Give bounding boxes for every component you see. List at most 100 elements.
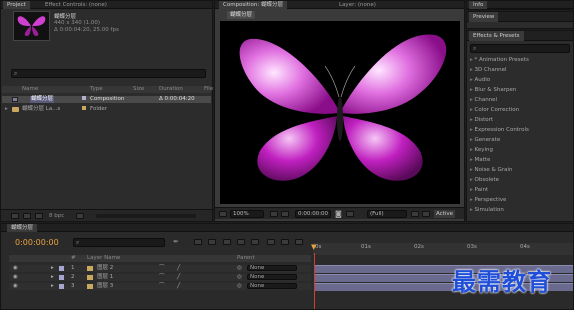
region-of-interest-button[interactable]: [411, 211, 419, 217]
always-preview-button[interactable]: [219, 211, 227, 217]
show-channel-button[interactable]: [346, 211, 354, 217]
shy-switch-icon[interactable]: ⌒: [159, 283, 165, 290]
chevron-right-icon[interactable]: ▸: [51, 283, 54, 290]
search-icon: ⌕: [14, 70, 18, 77]
quality-switch-icon[interactable]: ╱: [177, 283, 180, 290]
layer-row[interactable]: ◉ ▸ 1 图层 2 ⌒ ╱ ◎ None: [9, 265, 311, 272]
viewer-timecode[interactable]: 0:00:00:00: [295, 210, 331, 218]
tab-timeline-comp[interactable]: 蝴蝶分层: [7, 224, 38, 232]
eye-icon[interactable]: ◉: [13, 265, 18, 272]
layer-name[interactable]: 图层 1: [97, 274, 113, 281]
pick-whip-icon[interactable]: ◎: [237, 274, 242, 281]
label-color-icon[interactable]: [59, 266, 64, 271]
effects-category[interactable]: Color Correction: [470, 105, 520, 115]
current-time-indicator[interactable]: ▼: [311, 243, 316, 251]
delete-button[interactable]: [76, 213, 84, 219]
timeline-search-input[interactable]: ⌕: [73, 238, 165, 247]
col-layer-name[interactable]: Layer Name: [87, 255, 120, 262]
frame-blending-button[interactable]: [223, 239, 231, 245]
shy-switch-icon[interactable]: ⌒: [159, 265, 165, 272]
col-size[interactable]: Size: [133, 86, 144, 93]
project-row[interactable]: ▸ 蝴蝶分层 La...s Folder: [2, 106, 211, 113]
layer-name[interactable]: 图层 3: [97, 283, 113, 290]
layer-name[interactable]: 图层 2: [97, 265, 113, 272]
layer-row[interactable]: ◉ ▸ 3 图层 3 ⌒ ╱ ◎ None: [9, 283, 311, 290]
live-update-button[interactable]: [281, 239, 289, 245]
view-dropdown[interactable]: Active: [434, 210, 456, 218]
effects-category[interactable]: Matte: [470, 155, 491, 165]
timeline-timecode[interactable]: 0:00:00:00: [15, 238, 59, 247]
effects-category[interactable]: Blur & Sharpen: [470, 85, 517, 95]
project-row[interactable]: 蝴蝶分层 Composition Δ 0:00:04:20: [2, 96, 211, 103]
effects-category[interactable]: Paint: [470, 185, 489, 195]
parent-dropdown[interactable]: None: [247, 265, 297, 271]
effects-category[interactable]: Audio: [470, 75, 491, 85]
effects-category[interactable]: Keying: [470, 145, 493, 155]
col-parent[interactable]: Parent: [237, 255, 255, 262]
hide-shy-layers-button[interactable]: [208, 239, 216, 245]
eye-icon[interactable]: ◉: [13, 274, 18, 281]
col-file[interactable]: File: [204, 86, 213, 93]
project-item-size: 440 x 340 (1.00): [54, 20, 101, 26]
tab-effect-controls[interactable]: Effect Controls: (none): [41, 1, 111, 9]
draft-3d-button[interactable]: [194, 239, 202, 245]
project-thumbnail: [13, 11, 50, 41]
composition-subtab[interactable]: 蝴蝶分层: [227, 11, 256, 19]
composition-viewer[interactable]: [220, 21, 460, 204]
time-ruler[interactable]: 0s 01s 02s 03s 04s: [313, 243, 573, 255]
pick-whip-icon[interactable]: ◎: [237, 265, 242, 272]
camera-icon[interactable]: ◙: [335, 210, 342, 218]
effects-category[interactable]: Obsolete: [470, 175, 500, 185]
chevron-right-icon[interactable]: ▸: [51, 265, 54, 272]
shy-switch-icon[interactable]: ⌒: [159, 274, 165, 281]
bpc-toggle[interactable]: 8 bpc: [49, 213, 64, 219]
quality-switch-icon[interactable]: ╱: [177, 265, 180, 272]
col-type[interactable]: Type: [90, 86, 103, 93]
zoom-dropdown[interactable]: 100%: [230, 210, 264, 218]
tab-composition[interactable]: Composition: 蝴蝶分层: [219, 1, 287, 9]
layer-row[interactable]: ◉ ▸ 2 图层 1 ⌒ ╱ ◎ None: [9, 274, 311, 281]
search-icon: ⌕: [473, 45, 477, 52]
effects-category[interactable]: Perspective: [470, 195, 507, 205]
eye-icon[interactable]: ◉: [13, 283, 18, 290]
effects-category[interactable]: Simulation: [470, 205, 504, 215]
col-duration[interactable]: Duration: [159, 86, 183, 93]
interpret-footage-button[interactable]: [11, 213, 19, 219]
effects-category[interactable]: Noise & Grain: [470, 165, 513, 175]
motion-blur-button[interactable]: [237, 239, 245, 245]
parent-dropdown[interactable]: None: [247, 274, 297, 280]
effects-category[interactable]: Generate: [470, 135, 501, 145]
parent-dropdown[interactable]: None: [247, 283, 297, 289]
folder-icon: [12, 107, 19, 112]
chevron-right-icon[interactable]: ▸: [5, 106, 8, 113]
pick-whip-icon[interactable]: ◎: [237, 283, 242, 290]
label-color-icon[interactable]: [59, 275, 64, 280]
auto-keyframe-button[interactable]: [295, 239, 303, 245]
new-folder-button[interactable]: [23, 213, 31, 219]
effects-category[interactable]: Distort: [470, 115, 494, 125]
project-search-input[interactable]: ⌕: [11, 69, 206, 78]
effects-category[interactable]: Channel: [470, 95, 498, 105]
quality-switch-icon[interactable]: ╱: [177, 274, 180, 281]
effects-category[interactable]: 3D Channel: [470, 65, 507, 75]
effects-category[interactable]: Expression Controls: [470, 125, 529, 135]
tab-effects-presets[interactable]: Effects & Presets: [469, 31, 524, 41]
tab-info[interactable]: Info: [469, 1, 488, 9]
grid-button[interactable]: [270, 211, 278, 217]
transparency-grid-button[interactable]: [422, 211, 430, 217]
brainstorm-button[interactable]: [251, 239, 259, 245]
chevron-right-icon[interactable]: ▸: [51, 274, 54, 281]
tab-layer[interactable]: Layer: (none): [335, 1, 380, 9]
graph-editor-button[interactable]: [267, 239, 275, 245]
resolution-dropdown[interactable]: (Full): [367, 210, 407, 218]
tab-project[interactable]: Project: [3, 1, 30, 9]
mask-visibility-button[interactable]: [281, 211, 289, 217]
effects-category[interactable]: * Animation Presets: [470, 55, 529, 65]
project-scrollbar[interactable]: [96, 214, 196, 218]
composition-mini-flowchart-icon[interactable]: ⇹: [173, 238, 178, 245]
label-color-icon[interactable]: [59, 284, 64, 289]
effects-search-input[interactable]: ⌕: [470, 44, 570, 53]
tab-preview[interactable]: Preview: [469, 12, 499, 22]
new-composition-button[interactable]: [35, 213, 43, 219]
col-name[interactable]: Name: [22, 86, 38, 93]
